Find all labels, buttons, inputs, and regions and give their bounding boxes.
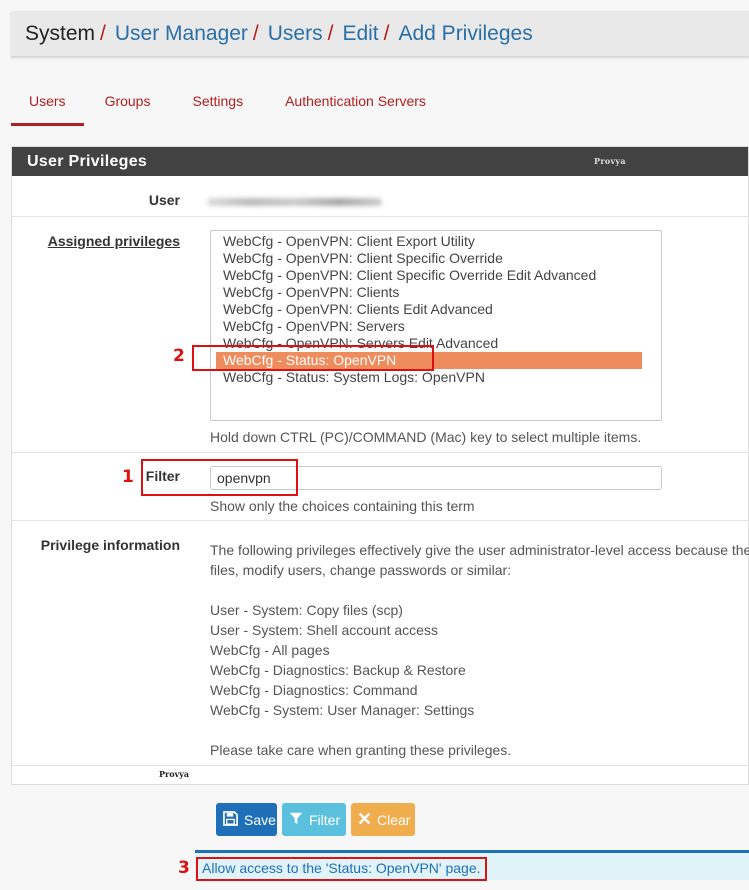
breadcrumb: System / User Manager / Users / Edit / A… bbox=[11, 11, 749, 57]
assigned-privileges-select[interactable]: WebCfg - OpenVPN: Client Export Utility W… bbox=[210, 230, 662, 421]
assigned-privileges-label: Assigned privileges bbox=[47, 233, 180, 249]
privilege-information-line: Please take care when granting these pri… bbox=[210, 742, 512, 758]
tab-settings[interactable]: Settings bbox=[171, 78, 264, 126]
privilege-option[interactable]: WebCfg - OpenVPN: Client Specific Overri… bbox=[216, 250, 642, 267]
privilege-information-line: WebCfg - All pages bbox=[210, 642, 330, 658]
privilege-information-line: files, modify users, change passwords or… bbox=[210, 562, 512, 578]
breadcrumb-root: System bbox=[25, 21, 96, 45]
close-icon bbox=[358, 812, 371, 828]
panel-title: User Privileges Provya bbox=[12, 147, 748, 176]
breadcrumb-separator: / bbox=[383, 21, 390, 45]
tab-bar: Users Groups Settings Authentication Ser… bbox=[11, 78, 447, 126]
tab-users[interactable]: Users bbox=[11, 78, 84, 126]
save-button-label: Save bbox=[244, 811, 276, 828]
clear-button[interactable]: Clear bbox=[351, 803, 415, 836]
user-privileges-panel: User Privileges Provya User Assigned pri… bbox=[11, 146, 749, 785]
privilege-information-label: Privilege information bbox=[40, 537, 180, 553]
user-row: User bbox=[12, 176, 749, 217]
annotation-marker-1: 1 bbox=[122, 467, 134, 487]
tab-groups[interactable]: Groups bbox=[84, 78, 172, 126]
breadcrumb-separator: / bbox=[252, 21, 259, 45]
privilege-information-line: WebCfg - Diagnostics: Command bbox=[210, 682, 418, 698]
privilege-information-line: User - System: Copy files (scp) bbox=[210, 602, 403, 618]
privilege-information-line: The following privileges effectively giv… bbox=[210, 542, 749, 558]
filter-button-label: Filter bbox=[309, 811, 341, 828]
assigned-privileges-help: Hold down CTRL (PC)/COMMAND (Mac) key to… bbox=[210, 429, 642, 445]
breadcrumb-user-manager[interactable]: User Manager bbox=[115, 22, 248, 46]
breadcrumb-add-privileges[interactable]: Add Privileges bbox=[398, 22, 532, 46]
annotation-box-selected-privilege bbox=[192, 345, 434, 371]
privilege-option[interactable]: WebCfg - OpenVPN: Clients bbox=[216, 284, 642, 301]
privilege-option[interactable]: WebCfg - OpenVPN: Client Specific Overri… bbox=[216, 267, 642, 284]
filter-button[interactable]: Filter bbox=[282, 803, 346, 836]
breadcrumb-separator: / bbox=[100, 21, 106, 45]
privilege-information-line: WebCfg - Diagnostics: Backup & Restore bbox=[210, 662, 466, 678]
watermark-logo-footer: Provya bbox=[159, 769, 190, 779]
tab-authentication-servers[interactable]: Authentication Servers bbox=[264, 78, 447, 126]
privilege-option[interactable]: WebCfg - Status: System Logs: OpenVPN bbox=[216, 369, 642, 386]
privilege-option[interactable]: WebCfg - OpenVPN: Clients Edit Advanced bbox=[216, 301, 642, 318]
privilege-information-line: User - System: Shell account access bbox=[210, 622, 438, 638]
panel-title-text: User Privileges bbox=[27, 153, 148, 170]
breadcrumb-users[interactable]: Users bbox=[268, 22, 323, 46]
breadcrumb-separator: / bbox=[327, 21, 334, 45]
annotation-box-filter bbox=[141, 459, 298, 496]
annotation-marker-2: 2 bbox=[173, 346, 185, 366]
save-button[interactable]: Save bbox=[216, 803, 277, 836]
annotation-marker-3: 3 bbox=[178, 858, 190, 878]
user-label: User bbox=[148, 192, 180, 208]
filter-help: Show only the choices containing this te… bbox=[210, 498, 475, 514]
watermark-logo: Provya bbox=[594, 156, 626, 166]
annotation-box-description bbox=[196, 857, 487, 881]
privilege-option[interactable]: WebCfg - OpenVPN: Servers bbox=[216, 318, 642, 335]
save-icon bbox=[223, 810, 238, 829]
clear-button-label: Clear bbox=[377, 811, 411, 828]
privilege-option[interactable]: WebCfg - OpenVPN: Client Export Utility bbox=[216, 233, 642, 250]
breadcrumb-edit[interactable]: Edit bbox=[342, 22, 378, 46]
user-name-redacted bbox=[207, 198, 382, 206]
filter-icon bbox=[289, 811, 303, 828]
privilege-information-line: WebCfg - System: User Manager: Settings bbox=[210, 702, 475, 718]
